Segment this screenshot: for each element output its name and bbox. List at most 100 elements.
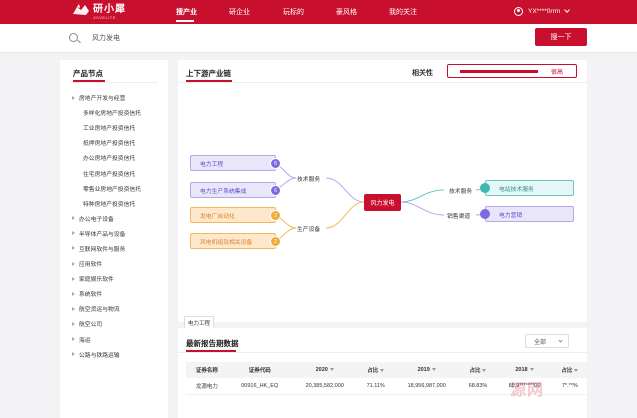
nav-item-watchlist[interactable]: 我的关注	[389, 7, 417, 17]
caret-right-icon	[72, 306, 75, 311]
col-header-2019[interactable]: 2019	[393, 362, 460, 378]
brand-name: 研小犀	[93, 4, 126, 15]
upstream-node-plant-automation[interactable]: 发电厂自动化 2	[190, 207, 281, 223]
header-label: 占比	[469, 368, 481, 374]
col-header-name: 证券名称	[186, 362, 228, 378]
col-header-share-2019[interactable]: 占比	[459, 362, 497, 378]
product-node-item[interactable]: 抵押房地产投资信托	[60, 135, 168, 150]
correlation-label: 相关性	[412, 70, 433, 77]
user-avatar-icon	[514, 7, 523, 16]
col-header-share-2018[interactable]: 占比	[552, 362, 587, 378]
downstream-node-station-tech-service[interactable]: 电站技术服务	[485, 180, 574, 196]
correlation-slider[interactable]: 很高	[447, 64, 577, 78]
user-menu[interactable]: YX****0rrm	[514, 7, 570, 16]
user-name: YX****0rrm	[528, 8, 561, 15]
edge-label-sales-channel: 销售渠道	[446, 211, 472, 220]
node-count-badge: 6	[270, 158, 281, 169]
product-node-list: 房地产开发与经营多样化房地产投资信托 工业房地产投资信托抵押房地产投资信托 办公房地…	[60, 90, 168, 362]
product-node-item[interactable]: 系统软件	[60, 286, 168, 301]
product-node-item[interactable]: 航空公司	[60, 316, 168, 331]
product-node-item[interactable]: 办公房地产投资信托	[60, 150, 168, 165]
product-node-label: 应用软件	[79, 262, 103, 269]
product-node-label: 海运	[79, 337, 91, 344]
node-label: 电站技术服务	[499, 186, 534, 193]
caret-right-icon	[72, 261, 75, 266]
report-filter-select[interactable]: 全部	[525, 334, 569, 348]
product-node-item[interactable]: 互联网软件与服务	[60, 241, 168, 256]
product-node-item[interactable]: 房地产开发与经营	[60, 90, 168, 105]
nav-active-indicator	[176, 20, 194, 22]
node-count-badge: 2	[270, 210, 281, 221]
product-node-item[interactable]: 应用软件	[60, 256, 168, 271]
product-node-label: 半导体产品与设备	[79, 231, 126, 238]
tab-industry-chain[interactable]: 上下游产业链	[186, 68, 231, 79]
divider	[73, 82, 158, 83]
caret-right-icon	[72, 337, 75, 342]
nav-item-style[interactable]: 豪风格	[336, 7, 357, 17]
node-label: 电力工程	[200, 161, 224, 168]
center-node-wind-power[interactable]: 风力发电	[364, 194, 401, 211]
caret-right-icon	[72, 291, 75, 296]
col-header-2020[interactable]: 2020	[291, 362, 358, 378]
cell-share-2019: 68.83%	[459, 378, 497, 395]
caret-right-icon	[72, 216, 75, 221]
edge-label-production-equipment: 生产设备	[296, 224, 322, 233]
product-node-label: 家庭娱乐软件	[79, 277, 114, 284]
sort-icon	[482, 369, 487, 373]
search-button[interactable]: 搜一下	[535, 28, 587, 46]
col-header-share-2020[interactable]: 占比	[357, 362, 394, 378]
product-node-label: 互联网软件与服务	[79, 246, 126, 253]
product-node-item[interactable]: 办公电子设备	[60, 211, 168, 226]
sort-icon	[574, 369, 579, 373]
product-node-item[interactable]: 公路与铁路运输	[60, 347, 168, 362]
product-node-item[interactable]: 住宅房地产投资信托	[60, 165, 168, 180]
nav-item-enterprise[interactable]: 研企业	[229, 7, 250, 17]
cell-2020: 20,385,582,000	[291, 378, 358, 395]
correlation-value: 很高	[551, 70, 564, 76]
product-node-label: 办公房地产投资信托	[83, 156, 136, 163]
sort-icon	[529, 368, 534, 372]
top-navigation-bar: 研小犀 JOVELITE 搜产业 研企业 玩标的 豪风格 我的关注 YX****…	[0, 0, 637, 24]
product-node-item[interactable]: 半导体产品与设备	[60, 226, 168, 241]
col-header-code: 证券代码	[227, 362, 292, 378]
caret-right-icon	[72, 231, 75, 236]
product-node-item[interactable]: 工业房地产投资信托	[60, 120, 168, 135]
cell-name: 龙源电力	[186, 378, 228, 395]
watermark-text: 源网	[510, 382, 545, 399]
downstream-node-power-marketing[interactable]: 电力营销	[485, 206, 574, 222]
divider	[178, 82, 587, 83]
product-node-item[interactable]: 多样化房地产投资信托	[60, 105, 168, 120]
edge-label-tech-service: 技术服务	[296, 174, 322, 183]
product-node-item[interactable]: 航空货运与物流	[60, 301, 168, 316]
product-node-item[interactable]: 零售业房地产投资信托	[60, 181, 168, 196]
nav-item-industry[interactable]: 搜产业	[176, 7, 197, 17]
cell-2019: 18,956,987,000	[393, 378, 460, 395]
caret-right-icon	[72, 321, 75, 326]
product-node-item[interactable]: 海运	[60, 332, 168, 347]
nav-item-targets[interactable]: 玩标的	[283, 7, 304, 17]
cell-code: 00916_HK_EQ	[227, 378, 292, 395]
search-input[interactable]	[92, 31, 512, 45]
node-label: 风电机组及相关设备	[200, 239, 253, 246]
header-label: 2020	[315, 367, 328, 373]
product-node-label: 房地产开发与经营	[79, 96, 126, 103]
node-label: 发电厂自动化	[200, 213, 235, 220]
upstream-node-power-system-integration[interactable]: 电力生产系统集成 6	[190, 182, 281, 198]
select-value: 全部	[534, 339, 547, 346]
product-node-title: 产品节点	[73, 69, 103, 78]
sort-icon	[380, 369, 385, 373]
node-label: 电力生产系统集成	[200, 188, 247, 195]
caret-right-icon	[72, 95, 75, 100]
product-node-item[interactable]: 特种房地产投资信托	[60, 196, 168, 211]
report-data-panel: 最新报告期数据 全部 证券名称 证券代码 2020 占比 2019 占比 201…	[178, 328, 587, 418]
upstream-node-power-engineering[interactable]: 电力工程 6	[190, 155, 281, 171]
product-node-label: 特种房地产投资信托	[83, 201, 136, 208]
industry-chain-graph: 电力工程 6 电力生产系统集成 6 发电厂自动化 2 风电机组及相关设备 2 技…	[178, 84, 587, 322]
product-node-item[interactable]: 家庭娱乐软件	[60, 271, 168, 286]
edge-label-downstream-tech-service: 技术服务	[448, 186, 474, 195]
industry-chain-panel: 上下游产业链 相关性 很高 电力工程 6 电力生产系统集成 6 发电厂自动化 2…	[178, 60, 587, 322]
chevron-down-icon	[564, 7, 570, 13]
upstream-node-wind-turbine-equipment[interactable]: 风电机组及相关设备 2	[190, 233, 281, 249]
product-node-label: 抵押房地产投资信托	[83, 141, 136, 148]
node-label: 电力营销	[499, 212, 523, 219]
